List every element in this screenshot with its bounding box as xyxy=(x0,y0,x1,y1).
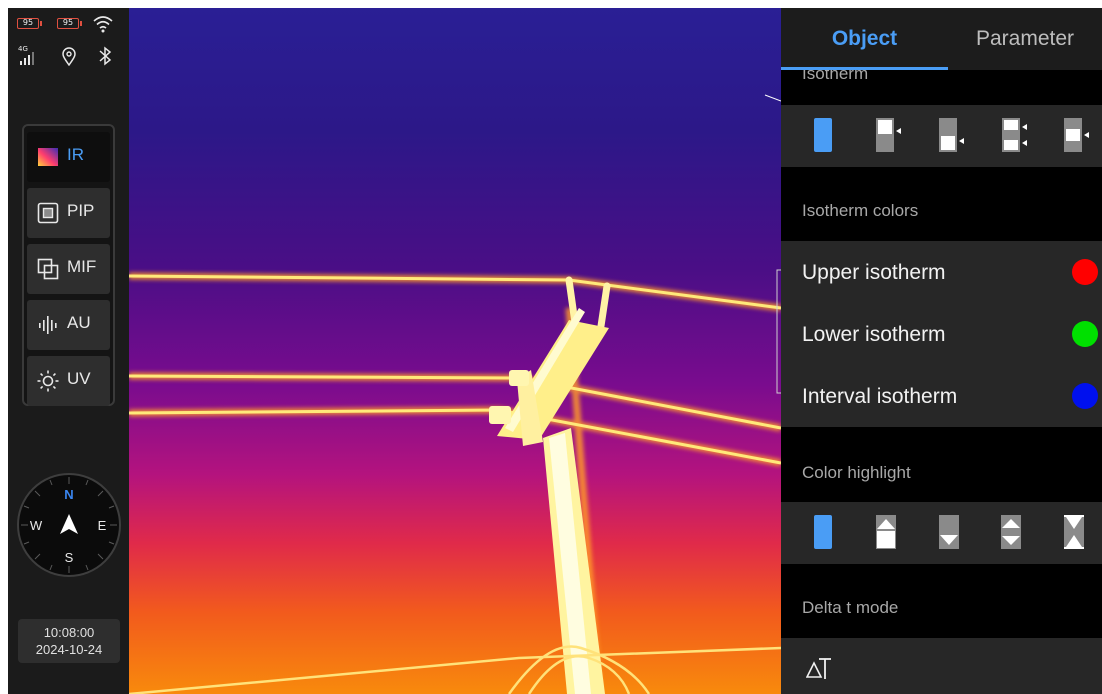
isotherm-above-option[interactable] xyxy=(876,118,902,152)
mode-mif-button[interactable]: MIF xyxy=(27,244,110,294)
mif-icon xyxy=(37,258,59,280)
wifi-icon xyxy=(93,16,113,33)
tab-object[interactable]: Object xyxy=(781,8,948,70)
isotherm-colors-list: Upper isotherm Lower isotherm Interval i… xyxy=(781,241,1102,427)
audio-waveform-icon xyxy=(39,316,57,334)
mode-pip-button[interactable]: PIP xyxy=(27,188,110,238)
delta-t-icon[interactable] xyxy=(806,657,832,681)
lower-isotherm-label: Lower isotherm xyxy=(802,323,946,346)
panel-tabs: Object Parameter xyxy=(781,8,1102,70)
mode-mif-label: MIF xyxy=(67,257,97,276)
highlight-below-option[interactable] xyxy=(939,515,959,549)
isotherm-options-row xyxy=(781,105,1102,167)
color-highlight-options-row xyxy=(781,502,1102,564)
mode-au-button[interactable]: AU xyxy=(27,300,110,350)
upper-isotherm-label: Upper isotherm xyxy=(802,261,946,284)
highlight-interval-option[interactable] xyxy=(1001,515,1021,549)
isotherm-outside-interval-option[interactable] xyxy=(1002,118,1028,152)
date-time-display: 10:08:00 2024-10-24 xyxy=(18,619,120,663)
status-row-1: 95 95 xyxy=(8,12,129,36)
compass: N S W E xyxy=(17,473,121,577)
left-sidebar: 95 95 4G IR PIP MIF AU UV N S W E 10:08:… xyxy=(8,8,129,694)
interval-isotherm-label: Interval isotherm xyxy=(802,385,958,408)
delta-t-mode-title: Delta t mode xyxy=(802,598,899,617)
mode-selector: IR PIP MIF AU UV xyxy=(22,124,115,406)
active-tab-indicator xyxy=(781,67,948,70)
mode-ir-label: IR xyxy=(67,145,84,164)
battery-1-icon: 95 xyxy=(17,18,42,29)
isotherm-colors-title: Isotherm colors xyxy=(802,201,919,220)
bluetooth-icon xyxy=(99,46,112,66)
mode-uv-button[interactable]: UV xyxy=(27,356,110,406)
mode-uv-label: UV xyxy=(67,369,91,388)
delta-t-row xyxy=(781,638,1102,694)
thermal-image-view[interactable] xyxy=(129,8,781,694)
cellular-signal-icon: 4G xyxy=(18,45,42,66)
isotherm-off-option[interactable] xyxy=(814,118,832,152)
thermal-scene xyxy=(129,8,781,694)
color-highlight-title: Color highlight xyxy=(802,463,911,482)
isotherm-interval-option[interactable] xyxy=(1064,118,1090,152)
mode-pip-label: PIP xyxy=(67,201,95,220)
compass-west-label: W xyxy=(30,518,43,533)
interval-isotherm-item[interactable]: Interval isotherm xyxy=(781,365,1102,427)
upper-isotherm-color-swatch[interactable] xyxy=(1072,259,1098,285)
mode-ir-button[interactable]: IR xyxy=(27,132,110,182)
compass-south-label: S xyxy=(65,550,74,565)
pip-icon xyxy=(37,202,59,224)
highlight-outside-option[interactable] xyxy=(1064,515,1084,549)
compass-north-label: N xyxy=(64,487,73,502)
lower-isotherm-item[interactable]: Lower isotherm xyxy=(781,303,1102,365)
location-pin-icon xyxy=(62,47,76,66)
tab-parameter[interactable]: Parameter xyxy=(948,8,1102,70)
highlight-above-option[interactable] xyxy=(876,515,896,549)
lower-isotherm-color-swatch[interactable] xyxy=(1072,321,1098,347)
clock-date: 2024-10-24 xyxy=(35,642,103,657)
interval-isotherm-color-swatch[interactable] xyxy=(1072,383,1098,409)
mode-au-label: AU xyxy=(67,313,91,332)
status-row-2: 4G xyxy=(8,44,129,68)
clock-time: 10:08:00 xyxy=(43,625,95,640)
upper-isotherm-item[interactable]: Upper isotherm xyxy=(781,241,1102,303)
highlight-off-option[interactable] xyxy=(814,515,832,549)
battery-2-icon: 95 xyxy=(57,18,82,29)
settings-panel: Isotherm Isotherm colors Upper isotherm … xyxy=(781,8,1102,694)
sun-icon xyxy=(37,370,59,392)
isotherm-below-option[interactable] xyxy=(939,118,965,152)
compass-east-label: E xyxy=(98,518,107,533)
ir-gradient-icon xyxy=(38,148,58,166)
